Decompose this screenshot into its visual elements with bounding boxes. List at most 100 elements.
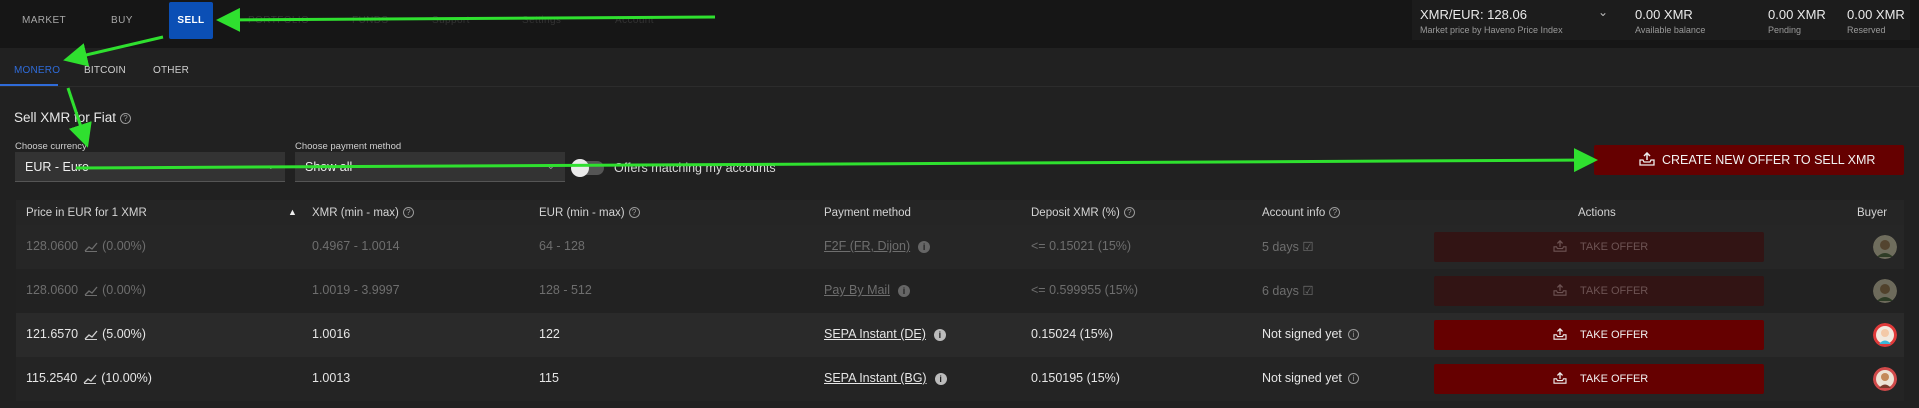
payment-method-select[interactable]: Show all ⌄ (295, 152, 565, 182)
buyer-avatar[interactable] (1873, 323, 1897, 347)
xmr-range-cell: 1.0019 - 3.9997 (312, 283, 400, 297)
offers-table-header: Price in EUR for 1 XMR ▲ XMR (min - max)… (16, 200, 1904, 225)
payment-method-link[interactable]: SEPA Instant (DE) (824, 327, 926, 341)
price-value: 115.2540 (26, 371, 78, 385)
payment-method-link[interactable]: F2F (FR, Dijon) (824, 239, 910, 253)
eur-range-cell: 64 - 128 (539, 239, 585, 253)
nav-settings[interactable]: Settings (522, 0, 561, 42)
column-account-info[interactable]: Account info? (1262, 207, 1341, 219)
nav-portfolio[interactable]: PORTFOLIO (248, 0, 309, 42)
trend-chart-icon (84, 242, 98, 252)
account-age: 5 days (1262, 240, 1299, 254)
column-account-info-label: Account info (1262, 207, 1326, 219)
trend-chart-icon (84, 330, 98, 340)
info-icon[interactable]: i (918, 240, 931, 253)
payment-method-link[interactable]: Pay By Mail (824, 283, 890, 297)
help-icon[interactable]: ? (628, 207, 640, 219)
toggle-knob (571, 159, 589, 177)
trend-chart-icon (83, 374, 97, 384)
account-info-cell: 5 days ☑ (1262, 239, 1314, 254)
eur-range-cell: 122 (539, 327, 560, 341)
divider (0, 86, 1919, 87)
account-status: Not signed yet (1262, 327, 1342, 341)
chevron-down-icon[interactable]: ⌄ (1598, 5, 1608, 19)
trend-chart-icon (84, 286, 98, 296)
market-price-selector[interactable]: XMR/EUR: 128.06 (1420, 7, 1527, 22)
pending-balance-label: Pending (1768, 25, 1802, 35)
help-icon[interactable]: ? (120, 112, 132, 124)
matching-accounts-toggle[interactable] (571, 159, 604, 177)
column-deposit[interactable]: Deposit XMR (%)? (1031, 207, 1135, 219)
currency-tabs: MONERO BITCOIN OTHER (0, 48, 1919, 86)
nav-account[interactable]: Account (615, 0, 654, 42)
help-icon[interactable]: ? (1123, 207, 1135, 219)
account-info-cell: Not signed yet i (1262, 371, 1359, 385)
take-offer-label: TAKE OFFER (1580, 373, 1649, 385)
table-row: 115.2540 (10.00%) 1.0013 115 SEPA Instant… (16, 357, 1904, 401)
tab-other[interactable]: OTHER (153, 65, 189, 76)
reserved-balance-value: 0.00 XMR (1847, 7, 1905, 22)
tab-monero[interactable]: MONERO (14, 65, 60, 76)
column-buyer: Buyer (1857, 207, 1888, 219)
payment-method-link[interactable]: SEPA Instant (BG) (824, 371, 927, 385)
deposit-cell: 0.150195 (15%) (1031, 371, 1120, 385)
deposit-cell: <= 0.599955 (15%) (1031, 283, 1139, 297)
column-deposit-label: Deposit XMR (%) (1031, 207, 1120, 219)
price-cell: 115.2540 (10.00%) (26, 371, 152, 385)
create-offer-button[interactable]: CREATE NEW OFFER TO SELL XMR (1594, 145, 1904, 175)
take-offer-button[interactable]: TAKE OFFER (1434, 232, 1764, 262)
nav-funds[interactable]: FUNDS (352, 0, 388, 42)
price-cell: 128.0600 (0.00%) (26, 239, 146, 253)
xmr-range-cell: 1.0013 (312, 371, 351, 385)
take-offer-label: TAKE OFFER (1580, 285, 1649, 297)
price-percent: (0.00%) (102, 283, 146, 297)
nav-support[interactable]: Support (432, 0, 470, 42)
account-status: Not signed yet (1262, 371, 1342, 385)
nav-sell[interactable]: SELL (169, 2, 213, 39)
tab-bitcoin[interactable]: BITCOIN (84, 65, 126, 76)
payment-method-select-value: Show all (305, 160, 353, 174)
price-cell: 128.0600 (0.00%) (26, 283, 146, 297)
price-value: 128.0600 (26, 239, 79, 253)
check-icon: ☑ (1302, 284, 1314, 298)
offer-upload-icon (1553, 372, 1567, 384)
deposit-cell: 0.15024 (15%) (1031, 327, 1114, 341)
chevron-down-icon: ⌄ (546, 161, 555, 172)
payment-method-cell: SEPA Instant (BG) i (824, 371, 947, 385)
info-icon[interactable]: i (933, 328, 946, 341)
info-icon[interactable]: i (898, 284, 910, 297)
column-payment-method[interactable]: Payment method (824, 207, 911, 219)
price-value: 128.0600 (26, 283, 79, 297)
chevron-down-icon: ⌄ (266, 161, 275, 172)
table-row: 128.0600 (0.00%) 1.0019 - 3.9997 128 - 51… (16, 269, 1904, 313)
top-navigation: MARKET BUY SELL PORTFOLIO FUNDS Support … (0, 0, 1919, 48)
buyer-avatar[interactable] (1873, 279, 1897, 303)
buyer-avatar[interactable] (1873, 235, 1897, 259)
table-row: 121.6570 (5.00%) 1.0016 122 SEPA Instant … (16, 313, 1904, 357)
nav-buy[interactable]: BUY (111, 0, 133, 42)
offer-upload-icon (1553, 284, 1567, 296)
buyer-avatar[interactable] (1873, 367, 1897, 391)
column-xmr[interactable]: XMR (min - max)? (312, 207, 414, 219)
column-price[interactable]: Price in EUR for 1 XMR (26, 207, 147, 219)
help-icon[interactable]: ? (402, 207, 414, 219)
nav-market[interactable]: MARKET (22, 0, 66, 42)
info-circle-icon[interactable]: i (1347, 329, 1359, 341)
offer-upload-icon (1553, 240, 1567, 252)
price-value: 121.6570 (26, 327, 79, 341)
info-circle-icon[interactable]: i (1347, 373, 1359, 385)
currency-select[interactable]: EUR - Euro ⌄ (15, 152, 285, 182)
take-offer-button[interactable]: TAKE OFFER (1434, 276, 1764, 306)
sort-ascending-icon[interactable]: ▲ (288, 207, 297, 217)
take-offer-button[interactable]: TAKE OFFER (1434, 364, 1764, 394)
currency-label: Choose currency (15, 141, 87, 152)
market-price-source: Market price by Haveno Price Index (1420, 25, 1563, 35)
eur-range-cell: 115 (539, 371, 559, 385)
price-percent: (0.00%) (102, 239, 146, 253)
available-balance-label: Available balance (1635, 25, 1706, 35)
column-eur[interactable]: EUR (min - max)? (539, 207, 640, 219)
help-icon[interactable]: ? (1329, 207, 1341, 219)
take-offer-button[interactable]: TAKE OFFER (1434, 320, 1764, 350)
pending-balance-value: 0.00 XMR (1768, 7, 1826, 22)
info-icon[interactable]: i (934, 372, 947, 385)
